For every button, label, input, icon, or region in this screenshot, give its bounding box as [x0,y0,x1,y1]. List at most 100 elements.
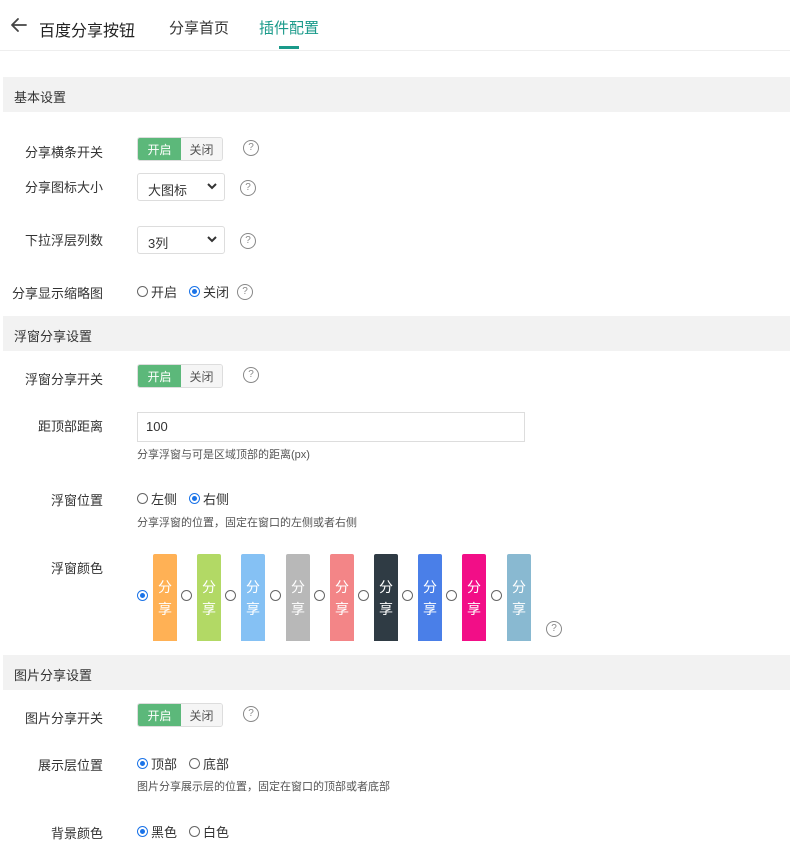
swatch-text: 分 [335,578,349,595]
toggle-on-button[interactable]: 开启 [138,138,181,160]
swatch-text: 分 [291,578,305,595]
radio-label: 黑色 [151,825,178,840]
back-arrow-icon[interactable] [10,16,28,34]
share-bar-label: 分享横条开关 [24,145,103,160]
float-color-swatch[interactable]: 分享 [241,554,265,641]
help-icon[interactable]: ? [243,140,259,156]
swatch-text: 享 [335,600,349,617]
float-position-radio-group: 左侧 右侧 [137,489,241,508]
float-color-radio[interactable] [137,590,148,601]
float-color-swatch[interactable]: 分享 [330,554,354,641]
radio-left[interactable]: 左侧 [137,489,177,508]
swatch-text: 享 [423,600,437,617]
toggle-off-button[interactable]: 关闭 [181,365,222,387]
float-color-radio[interactable] [446,590,457,601]
float-color-radio[interactable] [402,590,413,601]
radio-label: 左侧 [151,492,178,507]
float-color-label: 浮窗颜色 [50,561,103,576]
image-switch-label: 图片分享开关 [24,711,103,726]
radio-black[interactable]: 黑色 [137,822,177,841]
swatch-text: 享 [512,600,526,617]
swatch-text: 分 [158,578,172,595]
select-value: 3列 [148,236,169,251]
float-color-radio[interactable] [314,590,325,601]
swatch-text: 享 [291,600,305,617]
page-title: 百度分享按钮 [39,23,136,40]
section-float-header: 浮窗分享设置 [3,316,790,351]
radio-thumbnail-off[interactable]: 关闭 [189,282,229,301]
radio-label: 关闭 [203,285,230,300]
float-color-swatch[interactable]: 分享 [286,554,310,641]
float-color-swatch[interactable]: 分享 [374,554,398,641]
float-color-swatches: 分享分享分享分享分享分享分享分享分享? [137,554,577,644]
swatch-text: 分 [512,578,526,595]
share-bar-toggle: 开启 关闭 [137,137,223,161]
swatch-text: 享 [467,600,481,617]
radio-dot [189,493,201,504]
float-color-swatch[interactable]: 分享 [418,554,442,641]
bg-color-radio-group: 黑色 白色 [137,822,241,841]
radio-label: 顶部 [151,757,178,772]
icon-size-label: 分享图标大小 [24,180,103,195]
radio-label: 开启 [151,285,178,300]
radio-label: 白色 [203,825,230,840]
swatch-text: 分 [202,578,216,595]
toggle-off-button[interactable]: 关闭 [181,138,222,160]
help-icon[interactable]: ? [546,621,562,637]
swatch-text: 享 [202,600,216,617]
columns-select[interactable]: 3列 [137,226,225,254]
top-bar: 百度分享按钮 分享首页 插件配置 [0,0,790,51]
active-tab-indicator [279,46,299,49]
thumbnail-label: 分享显示缩略图 [11,286,103,301]
image-position-hint: 图片分享展示层的位置，固定在窗口的顶部或者底部 [137,781,390,793]
thumbnail-radio-group: 开启 关闭 ? [137,282,254,301]
image-position-label: 展示层位置 [37,758,103,773]
section-image-header: 图片分享设置 [3,655,790,690]
float-color-radio[interactable] [491,590,502,601]
swatch-text: 分 [379,578,393,595]
swatch-text: 分 [467,578,481,595]
float-color-swatch[interactable]: 分享 [507,554,531,641]
radio-top[interactable]: 顶部 [137,754,177,773]
chevron-down-icon [207,183,217,190]
radio-right[interactable]: 右侧 [189,489,229,508]
float-switch-label: 浮窗分享开关 [24,372,103,387]
float-color-radio[interactable] [270,590,281,601]
radio-dot [137,493,148,504]
select-value: 大图标 [148,183,188,198]
float-color-radio[interactable] [358,590,369,601]
radio-dot [137,758,148,769]
swatch-text: 享 [246,600,260,617]
image-switch-toggle: 开启 关闭 [137,703,223,727]
float-color-swatch[interactable]: 分享 [197,554,221,641]
help-icon[interactable]: ? [237,283,254,300]
icon-size-select[interactable]: 大图标 [137,173,225,201]
float-color-radio[interactable] [181,590,192,601]
help-icon[interactable]: ? [243,367,259,383]
section-title: 基本设置 [14,90,67,105]
help-icon[interactable]: ? [243,706,259,722]
swatch-text: 分 [423,578,437,595]
float-color-radio[interactable] [225,590,236,601]
section-title: 浮窗分享设置 [14,329,93,344]
bg-color-label: 背景颜色 [50,826,103,841]
radio-white[interactable]: 白色 [189,822,229,841]
toggle-on-button[interactable]: 开启 [138,704,181,726]
radio-dot [189,826,201,837]
radio-thumbnail-on[interactable]: 开启 [137,282,177,301]
float-color-swatch[interactable]: 分享 [153,554,177,641]
float-position-label: 浮窗位置 [50,493,103,508]
help-icon[interactable]: ? [240,180,256,196]
toggle-on-button[interactable]: 开启 [138,365,181,387]
help-icon[interactable]: ? [240,233,256,249]
float-position-hint: 分享浮窗的位置，固定在窗口的左侧或者右侧 [137,517,357,529]
tab-plugin-config[interactable]: 插件配置 [259,17,319,38]
radio-bottom[interactable]: 底部 [189,754,229,773]
section-basic-header: 基本设置 [3,77,790,112]
tab-share-home[interactable]: 分享首页 [169,17,229,38]
top-distance-input[interactable]: 100 [137,412,525,442]
columns-label: 下拉浮层列数 [24,233,103,248]
float-color-swatch[interactable]: 分享 [462,554,486,641]
radio-dot [137,826,148,837]
toggle-off-button[interactable]: 关闭 [181,704,222,726]
